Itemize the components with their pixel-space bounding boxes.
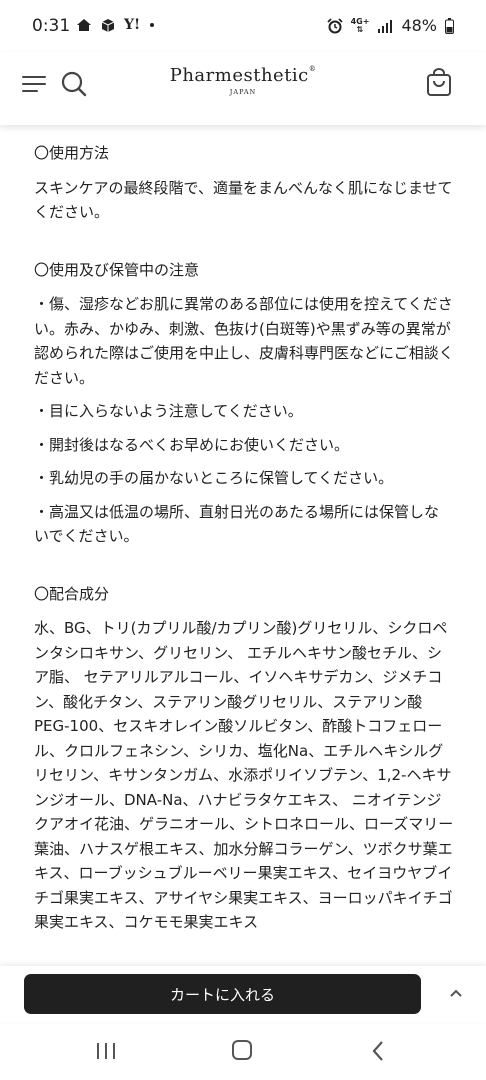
- precaution-item: ・高温又は低温の場所、直射日光のあたる場所には保管しないでください。: [34, 502, 440, 546]
- section-text: スキンケアの最終段階で、適量をまんべんなく肌になじませてください。: [34, 178, 453, 222]
- brand-sub: JAPAN: [229, 88, 257, 96]
- network-type: 4G+ ⇅: [350, 16, 370, 34]
- home-button-icon[interactable]: [232, 1040, 252, 1060]
- precaution-item: ・傷、湿疹などお肌に異常のある部位には使用を控えてください。赤み、かゆみ、刺激、…: [34, 295, 454, 387]
- ingredients-section: 〇配合成分 水、BG、トリ(カプリル酸/カプリン酸)グリセリル、シクロペンタシロ…: [34, 582, 454, 935]
- ingredients-text: 水、BG、トリ(カプリル酸/カプリン酸)グリセリル、シクロペンタシロキサン、グリ…: [34, 619, 454, 931]
- status-left-icons: Y!: [76, 17, 155, 33]
- precaution-item: ・目に入らないよう注意してください。: [34, 402, 303, 420]
- recents-icon[interactable]: [96, 1042, 116, 1060]
- chevron-up-icon[interactable]: [448, 985, 464, 1001]
- home-icon: [77, 19, 91, 31]
- back-icon[interactable]: [370, 1040, 386, 1062]
- usage-section: 〇使用方法 スキンケアの最終段階で、適量をまんべんなく肌になじませてください。: [34, 141, 454, 225]
- box-icon: [101, 19, 115, 32]
- registered-mark: ®: [308, 65, 317, 73]
- status-bar: 0:31 Y! 4G+ ⇅ 48%: [0, 0, 486, 52]
- dot-icon: [150, 23, 155, 27]
- battery-icon: [445, 17, 454, 34]
- site-header: Pharmesthetic® JAPAN: [0, 52, 486, 125]
- precaution-item: ・開封後はなるべくお早めにお使いください。: [34, 435, 350, 454]
- product-details: 〇使用方法 スキンケアの最終段階で、適量をまんべんなく肌になじませてください。 …: [34, 141, 454, 965]
- brand-logo[interactable]: Pharmesthetic® JAPAN: [0, 65, 486, 96]
- precaution-item: ・乳幼児の手の届かないところに保管してください。: [34, 469, 394, 487]
- shopping-bag-icon[interactable]: [425, 68, 453, 98]
- system-nav-bar: [0, 1022, 486, 1080]
- battery-percent: 48%: [401, 16, 437, 35]
- add-to-cart-button[interactable]: カートに入れる: [24, 974, 421, 1014]
- precautions-section: 〇使用及び保管中の注意 ・傷、湿疹などお肌に異常のある部位には使用を控えてくださ…: [34, 258, 454, 549]
- section-title: 〇使用及び保管中の注意: [34, 260, 200, 279]
- status-time: 0:31: [32, 16, 71, 36]
- status-right-icons: 4G+ ⇅ 48%: [326, 16, 454, 35]
- section-title: 〇使用方法: [34, 144, 110, 162]
- sticky-cart-bar: カートに入れる: [0, 966, 486, 1022]
- signal-icon: [378, 19, 393, 33]
- alarm-icon: [326, 17, 343, 33]
- brand-name: Pharmesthetic: [169, 65, 309, 86]
- yahoo-icon: Y!: [124, 17, 141, 33]
- network-label: 4G+: [350, 16, 370, 26]
- section-title: 〇配合成分: [34, 584, 110, 603]
